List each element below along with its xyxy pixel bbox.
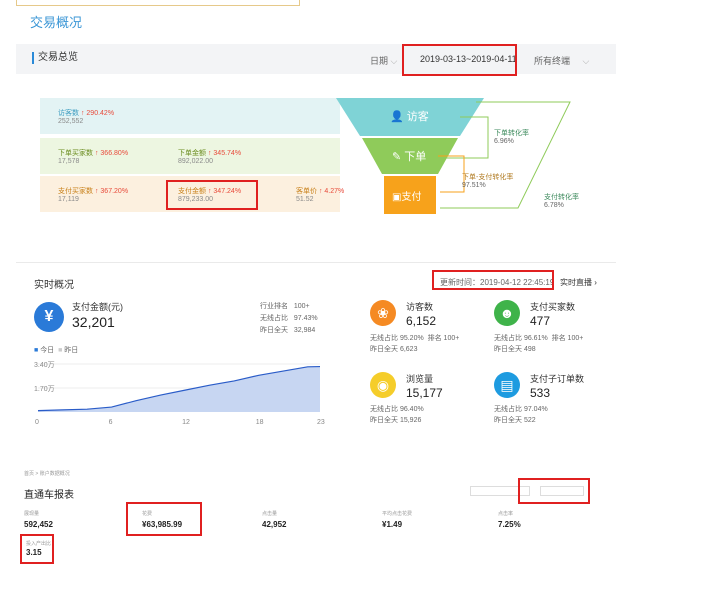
realtime-area-chart: 3.40万 1.70万 0 6 12 18 23: [34, 361, 325, 426]
highlight-filter: [518, 478, 590, 504]
cpc-label: 平均点击花费: [382, 511, 413, 517]
highlight-cost: [126, 502, 202, 536]
funnel-stage-pay: ▣支付: [392, 192, 422, 203]
x-tick-label: 23: [317, 419, 325, 426]
conv-order-value: 6.96%: [494, 138, 514, 145]
highlight-pay-amount: [166, 180, 258, 210]
summary-title: 交易总览: [32, 52, 78, 64]
summary-bar: [16, 44, 616, 74]
metric-visitors-value: 252,552: [58, 118, 84, 125]
rt-pageviews-wireless: 无线占比 96.40%: [370, 406, 424, 413]
conv-pay-label: 支付转化率: [544, 194, 579, 201]
ztc-report-panel: [16, 444, 616, 590]
eye-icon: ◉: [370, 372, 396, 398]
rt-buyers-value: 477: [530, 314, 551, 328]
tab-border: [16, 0, 300, 6]
x-tick-label: 12: [182, 419, 190, 426]
rt-suborders-value: 533: [530, 386, 551, 400]
impressions-label: 展现量: [24, 511, 40, 517]
cpc-value: ¥1.49: [382, 520, 403, 529]
impressions-value: 592,452: [24, 520, 53, 529]
metric-pay-buyers-value: 17,119: [58, 196, 79, 203]
metric-visitors: 访客数 ↑ 290.42%: [58, 110, 115, 117]
rt-pageviews-value: 15,177: [406, 386, 443, 400]
highlight-roi: [20, 534, 54, 564]
clicks-label: 点击量: [262, 511, 278, 517]
ctr-label: 点击率: [498, 511, 514, 517]
metric-unit-price-value: 51.52: [296, 196, 314, 203]
metric-order-amount: 下单金额 ↑ 345.74%: [178, 150, 242, 157]
ctr-value: 7.25%: [498, 520, 521, 529]
breadcrumb[interactable]: 首页 > 账户数据概况: [24, 470, 70, 477]
funnel-stage-order: ✎ 下单: [392, 151, 427, 163]
rt-pay-yesterday: 昨日全天 32,984: [260, 327, 316, 334]
rt-suborders-wireless: 无线占比 97.04%: [494, 406, 548, 413]
live-link[interactable]: 实时直播 ›: [560, 277, 597, 288]
chart-legend: ■ 今日 ■ 昨日: [34, 347, 79, 354]
y-tick-label: 3.40万: [34, 361, 55, 369]
clicks-value: 42,952: [262, 520, 287, 529]
conv-orderpay-label: 下单-支付转化率: [462, 174, 514, 181]
x-tick-label: 18: [256, 419, 264, 426]
date-label[interactable]: 日期 ⌵: [370, 54, 397, 67]
funnel-stage-visitor: 👤 访客: [390, 111, 429, 123]
ztc-title: 直通车报表: [24, 490, 74, 501]
metric-order-amount-value: 892,022.00: [178, 158, 214, 165]
conv-order-label: 下单转化率: [494, 130, 529, 137]
rt-buyers-label: 支付买家数: [530, 302, 576, 312]
user-group-icon: ☻: [494, 300, 520, 326]
rt-pay-rank: 行业排名 100+: [260, 303, 310, 310]
yen-icon: ¥: [34, 302, 64, 332]
series-today-area: [38, 366, 320, 412]
metric-pay-buyers: 支付买家数 ↑ 367.20%: [58, 188, 129, 195]
terminal-select[interactable]: 所有终端 ⌵: [534, 54, 589, 67]
metric-order-buyers: 下单买家数 ↑ 366.80%: [58, 150, 129, 157]
conv-pay-value: 6.78%: [544, 202, 564, 209]
rt-pageviews-label: 浏览量: [406, 374, 434, 384]
rt-suborders-yesterday: 昨日全天 522: [494, 417, 536, 424]
funnel-graphic: [336, 98, 571, 214]
x-tick-label: 0: [35, 419, 39, 426]
footprint-icon: ❀: [370, 300, 396, 326]
rt-visitors-value: 6,152: [406, 314, 437, 328]
highlight-date-range: [402, 44, 517, 76]
rt-pageviews-yesterday: 昨日全天 15,926: [370, 417, 422, 424]
conv-orderpay-value: 97.51%: [462, 182, 486, 189]
page-title: 交易概况: [30, 15, 83, 30]
metric-unit-price: 客单价 ↑ 4.27%: [296, 188, 345, 195]
x-tick-label: 6: [109, 419, 113, 426]
metric-order-buyers-value: 17,578: [58, 158, 80, 165]
rt-pay-wireless: 无线占比 97.43%: [260, 315, 318, 322]
document-icon: ▤: [494, 372, 520, 398]
rt-buyers-yesterday: 昨日全天 498: [494, 346, 536, 353]
y-tick-label: 1.70万: [34, 385, 55, 393]
rt-visitors-label: 访客数: [406, 302, 434, 312]
rt-visitors-wireless: 无线占比 95.20% 排名 100+: [370, 335, 460, 342]
rt-pay-amount-label: 支付金额(元): [72, 302, 123, 312]
highlight-update-time: [432, 270, 554, 290]
rt-suborders-label: 支付子订单数: [530, 374, 585, 384]
rt-pay-amount-value: 32,201: [72, 314, 115, 330]
rt-visitors-yesterday: 昨日全天 6,623: [370, 346, 418, 353]
realtime-title: 实时概况: [34, 280, 74, 291]
rt-buyers-wireless: 无线占比 96.61% 排名 100+: [494, 335, 584, 342]
